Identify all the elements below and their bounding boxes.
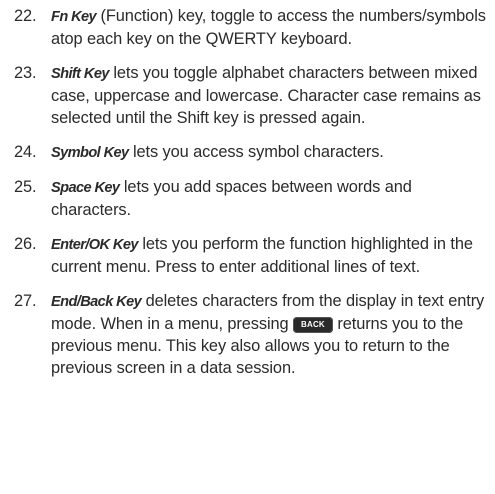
list-item-space-key: 25. Space Key lets you add spaces betwee…: [14, 176, 487, 221]
item-term: Space Key: [51, 180, 120, 196]
item-number: 24.: [14, 143, 37, 161]
item-number: 25.: [14, 178, 37, 196]
list-item-shift-key: 23. Shift Key lets you toggle alphabet c…: [14, 62, 487, 129]
item-text: Enter/OK Key lets you perform the functi…: [51, 233, 487, 278]
item-number: 23.: [14, 64, 37, 82]
item-text: Shift Key lets you toggle alphabet chara…: [51, 62, 487, 129]
item-description: lets you access symbol characters.: [128, 143, 384, 161]
item-number: 22.: [14, 7, 37, 25]
list-item-enter-ok-key: 26. Enter/OK Key lets you perform the fu…: [14, 233, 487, 278]
item-description: (Function) key, toggle to access the num…: [51, 7, 486, 48]
item-term: Symbol Key: [51, 145, 129, 161]
item-term: Enter/OK Key: [51, 237, 138, 253]
item-term: Shift Key: [51, 66, 109, 82]
item-text: Symbol Key lets you access symbol charac…: [51, 141, 487, 164]
item-number: 27.: [14, 292, 37, 310]
key-descriptions-list: 22. Fn Key (Function) key, toggle to acc…: [0, 0, 495, 494]
back-key-icon: BACK: [292, 317, 333, 333]
item-description: lets you toggle alphabet characters betw…: [51, 64, 481, 127]
item-text: End/Back Key deletes characters from the…: [51, 290, 487, 379]
item-text: Space Key lets you add spaces between wo…: [51, 176, 487, 221]
item-number: 26.: [14, 235, 37, 253]
item-text: Fn Key (Function) key, toggle to access …: [51, 5, 487, 50]
list-item-symbol-key: 24. Symbol Key lets you access symbol ch…: [14, 141, 487, 164]
list-item-end-back-key: 27. End/Back Key deletes characters from…: [14, 290, 487, 379]
item-term: End/Back Key: [51, 294, 142, 310]
list-item-fn-key: 22. Fn Key (Function) key, toggle to acc…: [14, 5, 487, 50]
item-term: Fn Key: [51, 9, 97, 25]
